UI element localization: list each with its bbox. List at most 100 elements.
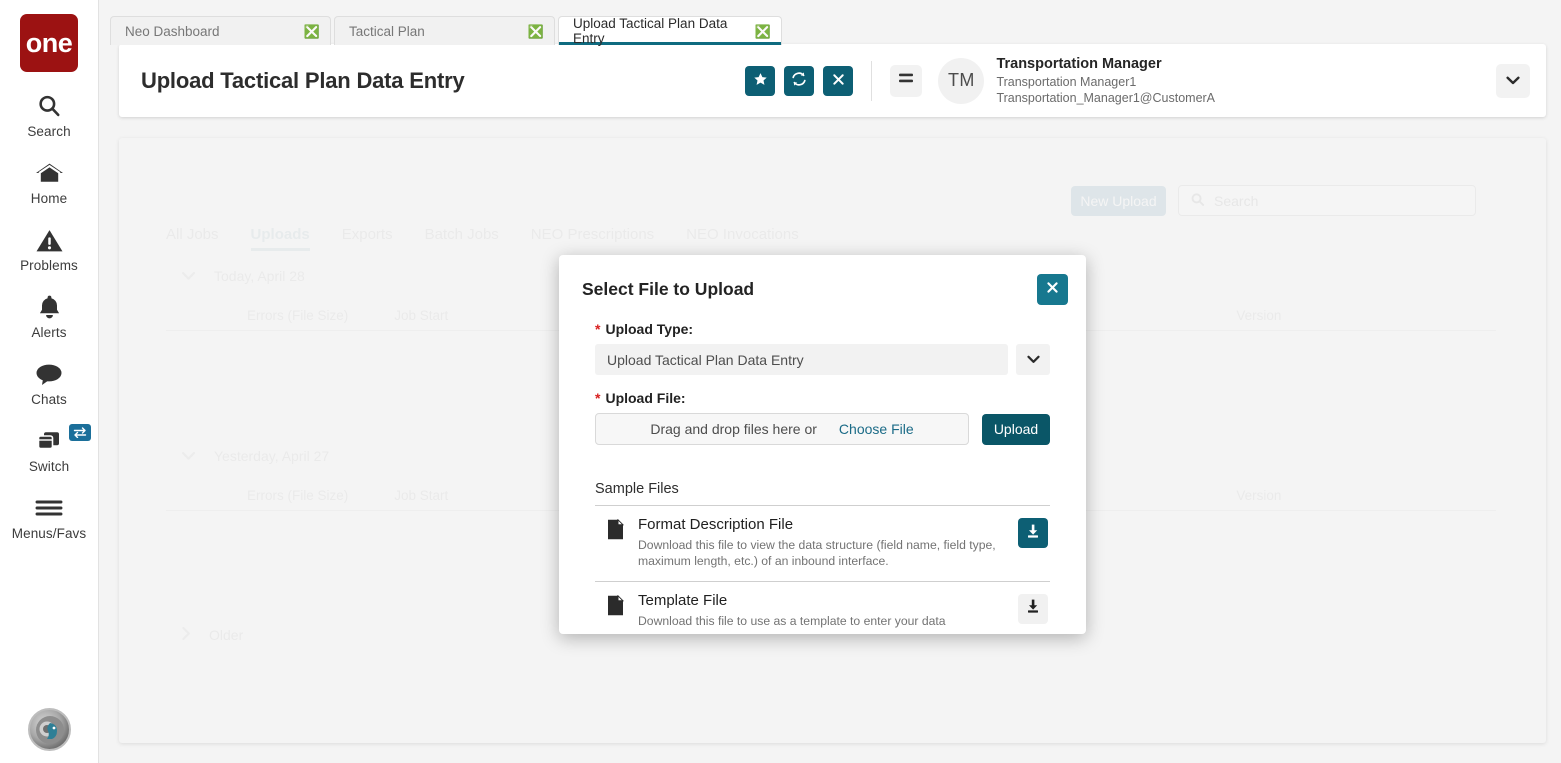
tab-uploads[interactable]: Uploads [251, 226, 310, 251]
close-circle-icon[interactable]: ❎ [755, 25, 771, 38]
sidebar-item-label: Alerts [31, 325, 66, 340]
one-network-logo[interactable]: one [20, 14, 78, 72]
group-header-today[interactable]: Today, April 28 [181, 268, 305, 284]
upload-type-label: * Upload Type: [595, 321, 1050, 337]
refresh-icon [791, 71, 807, 90]
sample-files-heading: Sample Files [595, 481, 1050, 497]
required-marker: * [595, 390, 600, 406]
required-marker: * [595, 321, 600, 337]
home-icon [35, 158, 64, 188]
sidebar-item-chats[interactable]: Chats [0, 359, 99, 407]
upload-button[interactable]: Upload [982, 414, 1050, 445]
upload-file-row: Drag and drop files here or Choose File … [595, 413, 1050, 445]
header-menu-button[interactable] [890, 65, 922, 97]
column-header-job-start: Job Start [394, 308, 448, 323]
sidebar-item-menus-favs[interactable]: Menus/Favs [0, 493, 99, 541]
upload-type-row: Upload Tactical Plan Data Entry [595, 344, 1050, 375]
list-item[interactable]: Format Description File Download this fi… [595, 506, 1050, 582]
x-icon [1046, 281, 1059, 298]
tab-exports[interactable]: Exports [342, 226, 393, 251]
page-title: Upload Tactical Plan Data Entry [141, 68, 464, 94]
dialog-body: * Upload Type: Upload Tactical Plan Data … [559, 321, 1086, 634]
sidebar-item-switch[interactable]: Switch [0, 426, 99, 474]
sidebar-item-home[interactable]: Home [0, 158, 99, 206]
sidebar-item-label: Home [31, 191, 67, 206]
sidebar-item-label: Menus/Favs [12, 526, 87, 541]
browser-tab-strip: Neo Dashboard ❎ Tactical Plan ❎ Upload T… [110, 16, 785, 45]
dialog-close-button[interactable] [1037, 274, 1068, 305]
document-icon [607, 519, 624, 545]
tab-batch-jobs[interactable]: Batch Jobs [425, 226, 499, 251]
choose-file-link[interactable]: Choose File [839, 421, 914, 437]
tab-label: Tactical Plan [349, 24, 425, 39]
favorite-button[interactable] [745, 66, 775, 96]
sidebar-item-alerts[interactable]: Alerts [0, 292, 99, 340]
download-template-file-button[interactable] [1018, 594, 1048, 624]
chat-bubble-icon [35, 359, 63, 389]
group-header-older[interactable]: Older [181, 626, 243, 644]
ai-assistant-avatar-icon[interactable] [28, 708, 71, 751]
download-format-description-button[interactable] [1018, 518, 1048, 548]
sample-files-list: Format Description File Download this fi… [595, 505, 1050, 634]
upload-type-label-text: Upload Type: [605, 321, 693, 337]
chevron-down-icon [181, 448, 196, 464]
group-label: Today, April 28 [214, 268, 305, 284]
document-icon [607, 595, 624, 621]
new-upload-button[interactable]: New Upload [1071, 186, 1166, 216]
group-header-yesterday[interactable]: Yesterday, April 27 [181, 448, 329, 464]
download-icon [1025, 523, 1041, 544]
group-label: Yesterday, April 27 [214, 448, 329, 464]
dropzone-text: Drag and drop files here or [650, 421, 817, 437]
sidebar-item-label: Search [27, 124, 70, 139]
sample-file-description: Download this file to view the data stru… [638, 537, 1004, 570]
sidebar-item-search[interactable]: Search [0, 91, 99, 139]
tab-label: Upload Tactical Plan Data Entry [573, 16, 755, 46]
sample-file-name: Format Description File [638, 516, 1004, 534]
upload-type-dropdown-button[interactable] [1016, 344, 1050, 375]
refresh-button[interactable] [784, 66, 814, 96]
close-circle-icon[interactable]: ❎ [304, 25, 320, 38]
tab-neo-invocations[interactable]: NEO Invocations [686, 226, 799, 251]
sample-file-description: Download this file to use as a template … [638, 613, 1004, 629]
user-menu-expand-button[interactable] [1496, 64, 1530, 98]
tab-neo-dashboard[interactable]: Neo Dashboard ❎ [110, 16, 331, 45]
tab-all-jobs[interactable]: All Jobs [166, 226, 219, 251]
content-tab-bar: All Jobs Uploads Exports Batch Jobs NEO … [166, 226, 799, 251]
search-icon [36, 91, 62, 121]
column-header-job-start: Job Start [394, 488, 448, 503]
list-lines-icon [897, 71, 915, 90]
user-info: Transportation Manager Transportation Ma… [996, 55, 1215, 106]
upload-type-select[interactable]: Upload Tactical Plan Data Entry [595, 344, 1008, 375]
tab-neo-prescriptions[interactable]: NEO Prescriptions [531, 226, 654, 251]
close-page-button[interactable] [823, 66, 853, 96]
user-avatar[interactable]: TM [938, 58, 984, 104]
bell-icon [37, 292, 62, 322]
star-icon [753, 72, 768, 90]
dialog-title: Select File to Upload [582, 279, 754, 300]
select-file-to-upload-dialog: Select File to Upload * Upload Type: Uplo… [559, 255, 1086, 634]
file-dropzone[interactable]: Drag and drop files here or Choose File [595, 413, 969, 445]
tab-tactical-plan[interactable]: Tactical Plan ❎ [334, 16, 555, 45]
column-header-errors: Errors (File Size) [247, 308, 348, 323]
swap-arrows-icon[interactable] [69, 424, 91, 441]
close-circle-icon[interactable]: ❎ [528, 25, 544, 38]
sidebar-item-label: Problems [20, 258, 78, 273]
download-icon [1025, 598, 1041, 619]
sidebar-item-problems[interactable]: Problems [0, 225, 99, 273]
upload-file-label-text: Upload File: [605, 390, 685, 406]
content-toolbar: New Upload Search [1071, 185, 1476, 216]
user-role: Transportation Manager [996, 55, 1215, 74]
x-icon [832, 73, 845, 89]
chevron-down-icon [181, 268, 196, 284]
tab-upload-tactical-plan-data-entry[interactable]: Upload Tactical Plan Data Entry ❎ [558, 16, 782, 45]
upload-file-label: * Upload File: [595, 390, 1050, 406]
list-item[interactable]: Template File Download this file to use … [595, 582, 1050, 634]
chevron-down-icon [1506, 72, 1520, 90]
search-input[interactable]: Search [1178, 185, 1476, 216]
header-divider [871, 61, 872, 101]
tab-label: Neo Dashboard [125, 24, 220, 39]
application-window: one Search Home [0, 0, 1561, 763]
warning-triangle-icon [36, 225, 63, 255]
column-header-version: Version [1236, 488, 1281, 503]
windows-stack-icon [35, 426, 63, 456]
